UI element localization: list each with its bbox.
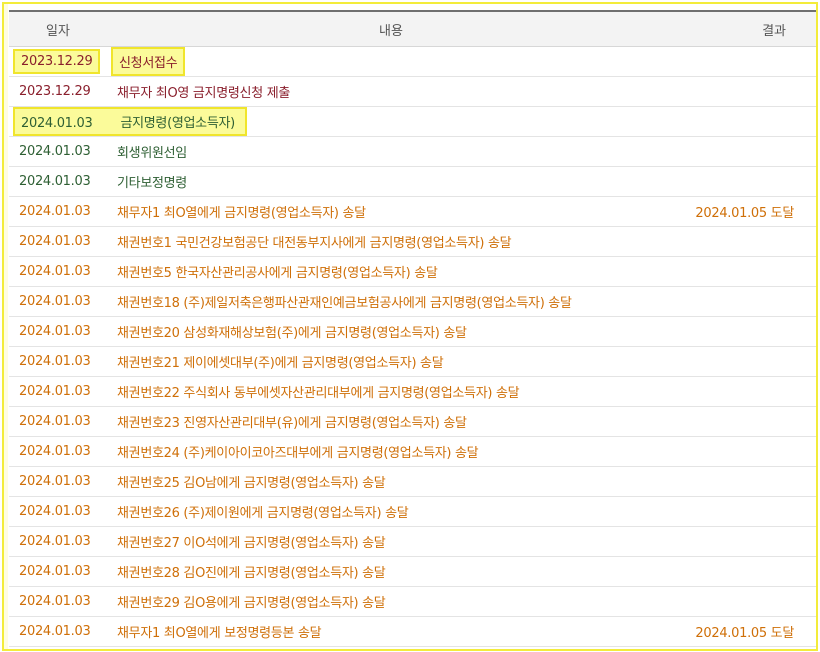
date-cell: 2024.01.03: [9, 346, 107, 377]
content-cell: 채권번호23 진영자산관리대부(유)에게 금지명령(영업소득자) 송달: [107, 406, 675, 437]
content-cell: 기타보정명령: [107, 166, 675, 197]
content-cell: 금지명령(영업소득자): [120, 116, 235, 131]
progress-history-panel: 일자 내용 결과 2023.12.29 신청서접수 2023.12.29 채무자…: [2, 2, 818, 651]
table-row: 2024.01.03 채권번호26 (주)제이원에게 금지명령(영업소득자) 송…: [9, 496, 816, 527]
content-cell: 채권번호24 (주)케이아이코아즈대부에게 금지명령(영업소득자) 송달: [107, 436, 675, 467]
result-cell: [675, 76, 816, 107]
result-cell: [675, 46, 816, 77]
table-row: 2024.01.03 채권번호27 이O석에게 금지명령(영업소득자) 송달: [9, 526, 816, 557]
table-row: 2024.01.03 채권번호23 진영자산관리대부(유)에게 금지명령(영업소…: [9, 406, 816, 437]
content-cell: 회생위원선임: [107, 136, 675, 167]
content-cell: 채권번호26 (주)제이원에게 금지명령(영업소득자) 송달: [107, 496, 675, 527]
date-cell: 2024.01.03: [9, 376, 107, 407]
content-cell: 채권번호18 (주)제일저축은행파산관재인예금보험공사에게 금지명령(영업소득자…: [107, 286, 675, 317]
highlighted-entry: 2024.01.03 금지명령(영업소득자): [13, 107, 247, 136]
date-cell: 2024.01.03: [9, 556, 107, 587]
table-row: 2024.01.03 금지명령(영업소득자): [9, 106, 816, 137]
result-cell: [675, 436, 816, 467]
date-cell: 2024.01.03: [9, 226, 107, 257]
result-cell: 2024.01.05 도달: [675, 616, 816, 647]
result-cell: [675, 346, 816, 377]
table-row: 2024.01.03 채무자1 최O열에게 금지명령(영업소득자) 송달 202…: [9, 196, 816, 227]
content-cell: 채권번호1 국민건강보험공단 대전동부지사에게 금지명령(영업소득자) 송달: [107, 226, 675, 257]
result-cell: [675, 556, 816, 587]
case-progress-table: 일자 내용 결과 2023.12.29 신청서접수 2023.12.29 채무자…: [9, 10, 816, 647]
date-cell: 2024.01.03: [9, 286, 107, 317]
content-cell: 채권번호28 김O진에게 금지명령(영업소득자) 송달: [107, 556, 675, 587]
content-column-header: 내용: [107, 10, 675, 47]
result-cell: [675, 466, 816, 497]
date-cell: 2024.01.03: [9, 256, 107, 287]
result-cell: [675, 136, 816, 167]
date-cell: 2024.01.03: [9, 526, 107, 557]
content-cell: 채권번호29 김O용에게 금지명령(영업소득자) 송달: [107, 586, 675, 617]
result-cell: [675, 376, 816, 407]
result-cell: [675, 496, 816, 527]
table-row: 2024.01.03 채권번호29 김O용에게 금지명령(영업소득자) 송달: [9, 586, 816, 617]
result-cell: [675, 286, 816, 317]
result-cell: [675, 526, 816, 557]
content-cell: 채무자1 최O열에게 금지명령(영업소득자) 송달: [107, 196, 675, 227]
content-cell: 채권번호25 김O남에게 금지명령(영업소득자) 송달: [107, 466, 675, 497]
content-cell: 채권번호27 이O석에게 금지명령(영업소득자) 송달: [107, 526, 675, 557]
table-row: 2024.01.03 채권번호25 김O남에게 금지명령(영업소득자) 송달: [9, 466, 816, 497]
date-cell: 2024.01.03: [9, 616, 107, 647]
result-cell: [675, 226, 816, 257]
table-row: 2024.01.03 기타보정명령: [9, 166, 816, 197]
result-cell: [675, 586, 816, 617]
result-cell: [675, 316, 816, 347]
result-cell: 2024.01.05 도달: [675, 196, 816, 227]
highlighted-date: 2023.12.29: [13, 49, 101, 74]
table-row: 2024.01.03 채권번호22 주식회사 동부에셋자산관리대부에게 금지명령…: [9, 376, 816, 407]
table-row: 2024.01.03 채권번호18 (주)제일저축은행파산관재인예금보험공사에게…: [9, 286, 816, 317]
date-cell: 2024.01.03: [9, 136, 107, 167]
table-row: 2023.12.29 신청서접수: [9, 46, 816, 77]
content-cell: 채권번호5 한국자산관리공사에게 금지명령(영업소득자) 송달: [107, 256, 675, 287]
table-row: 2024.01.03 채권번호28 김O진에게 금지명령(영업소득자) 송달: [9, 556, 816, 587]
date-cell: 2024.01.03: [9, 166, 107, 197]
date-cell: 2024.01.03: [9, 436, 107, 467]
content-cell: 채권번호21 제이에셋대부(주)에게 금지명령(영업소득자) 송달: [107, 346, 675, 377]
date-cell: 2024.01.03: [9, 406, 107, 437]
content-cell: 채무자 최O영 금지명령신청 제출: [107, 76, 675, 107]
table-row: 2024.01.03 채권번호24 (주)케이아이코아즈대부에게 금지명령(영업…: [9, 436, 816, 467]
result-cell: [675, 256, 816, 287]
table-row: 2024.01.03 채권번호20 삼성화재해상보험(주)에게 금지명령(영업소…: [9, 316, 816, 347]
highlighted-content: 신청서접수: [111, 47, 186, 76]
table-header-row: 일자 내용 결과: [9, 10, 816, 47]
table-row: 2024.01.03 회생위원선임: [9, 136, 816, 167]
date-cell: 2023.12.29: [9, 76, 107, 107]
result-cell: [675, 106, 816, 137]
table-row: 2024.01.03 채권번호5 한국자산관리공사에게 금지명령(영업소득자) …: [9, 256, 816, 287]
date-cell: 2024.01.03: [9, 196, 107, 227]
date-cell: 2024.01.03: [9, 586, 107, 617]
content-cell: 채권번호20 삼성화재해상보험(주)에게 금지명령(영업소득자) 송달: [107, 316, 675, 347]
date-cell: 2024.01.03: [9, 466, 107, 497]
result-column-header: 결과: [675, 10, 816, 47]
result-cell: [675, 166, 816, 197]
content-cell: 채권번호22 주식회사 동부에셋자산관리대부에게 금지명령(영업소득자) 송달: [107, 376, 675, 407]
table-row: 2024.01.03 채권번호21 제이에셋대부(주)에게 금지명령(영업소득자…: [9, 346, 816, 377]
result-cell: [675, 406, 816, 437]
date-column-header: 일자: [9, 10, 107, 47]
content-cell: 채무자1 최O열에게 보정명령등본 송달: [107, 616, 675, 647]
date-cell: 2024.01.03: [21, 116, 93, 131]
date-cell: 2024.01.03: [9, 496, 107, 527]
table-row: 2024.01.03 채권번호1 국민건강보험공단 대전동부지사에게 금지명령(…: [9, 226, 816, 257]
date-cell: 2024.01.03: [9, 316, 107, 347]
table-row: 2024.01.03 채무자1 최O열에게 보정명령등본 송달 2024.01.…: [9, 616, 816, 647]
table-row: 2023.12.29 채무자 최O영 금지명령신청 제출: [9, 76, 816, 107]
